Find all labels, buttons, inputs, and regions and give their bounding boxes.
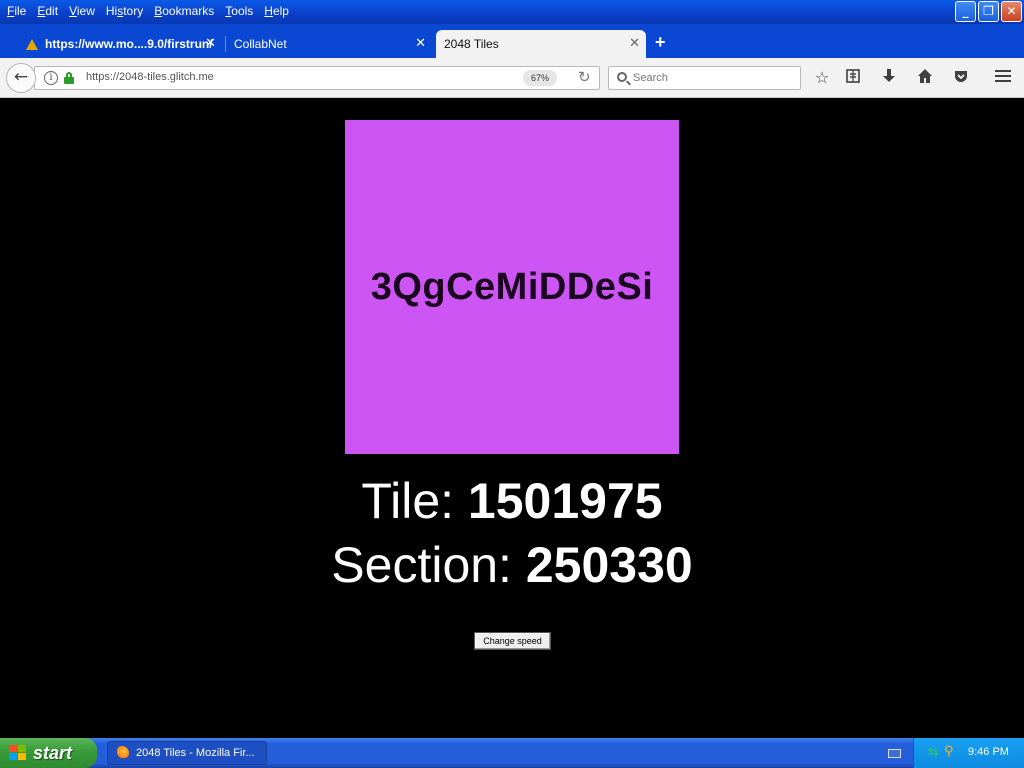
new-tab-button[interactable]: + [655, 32, 666, 53]
tile-label: Tile: [361, 473, 468, 529]
search-input[interactable]: Search [608, 66, 801, 90]
taskbar: start 2048 Tiles - Mozilla Fir... ⇆ ⚲ 9:… [0, 738, 1024, 768]
url-bar[interactable]: i https://2048-tiles.glitch.me 67% ↻ [34, 66, 600, 90]
start-button[interactable]: start [0, 738, 97, 768]
keyboard-icon[interactable] [888, 749, 901, 758]
section-label: Section: [331, 537, 526, 593]
close-tab-icon[interactable]: ✕ [415, 36, 426, 51]
search-tray-icon[interactable]: ⚲ [944, 744, 954, 759]
menu-bookmarks[interactable]: Bookmarks [151, 3, 222, 19]
back-button[interactable]: ← [6, 63, 36, 93]
close-tab-icon[interactable]: ✕ [629, 36, 640, 51]
windows-logo-icon [9, 745, 27, 761]
search-placeholder: Search [633, 72, 668, 84]
clock: 9:46 PM [968, 746, 1009, 758]
tile-counter: Tile: 1501975 [0, 472, 1024, 530]
warning-icon [26, 38, 38, 50]
start-label: start [33, 743, 73, 763]
menu-tools[interactable]: Tools [222, 3, 261, 19]
menu-view[interactable]: View [66, 3, 103, 19]
pocket-icon[interactable] [951, 68, 971, 88]
firefox-icon [115, 746, 129, 760]
menu-help[interactable]: Help [261, 3, 297, 19]
close-tab-icon[interactable]: ✕ [205, 36, 216, 51]
info-icon[interactable]: i [44, 71, 58, 85]
menu-edit[interactable]: Edit [34, 3, 66, 19]
download-icon[interactable] [879, 68, 899, 88]
tab-strip: https://www.mo....9.0/firstrun/ ✕ Collab… [0, 24, 1024, 58]
tile: 3QgCeMiDDeSi [345, 120, 679, 454]
tab-2048-tiles[interactable]: 2048 Tiles ✕ [436, 30, 646, 58]
taskbar-item-firefox[interactable]: 2048 Tiles - Mozilla Fir... [107, 741, 267, 765]
tab-label: CollabNet [234, 37, 287, 51]
network-icon[interactable]: ⇆ [928, 745, 939, 760]
menu-history[interactable]: History [103, 3, 151, 19]
change-speed-button[interactable]: Change speed [474, 632, 551, 650]
section-counter: Section: 250330 [0, 536, 1024, 594]
menu-bar: File Edit View History Bookmarks Tools H… [4, 3, 297, 19]
tab-label: https://www.mo....9.0/firstrun/ [45, 37, 213, 51]
tile-value: 1501975 [467, 473, 663, 529]
star-icon[interactable]: ☆ [812, 68, 832, 88]
menu-file[interactable]: File [4, 3, 34, 19]
zoom-level-badge[interactable]: 67% [523, 70, 557, 86]
navigation-bar: i https://2048-tiles.glitch.me 67% ↻ ← S… [0, 58, 1024, 98]
url-text[interactable]: https://2048-tiles.glitch.me [86, 71, 214, 83]
system-tray: ⇆ ⚲ 9:46 PM [913, 738, 1024, 768]
restore-button[interactable]: ❐ [978, 1, 999, 22]
tile-text: 3QgCeMiDDeSi [370, 265, 654, 308]
title-bar: File Edit View History Bookmarks Tools H… [0, 0, 1024, 24]
lock-icon[interactable] [64, 72, 74, 84]
reload-icon[interactable]: ↻ [578, 68, 591, 86]
window-controls: _ ❐ ✕ [955, 1, 1022, 22]
tab-firstrun[interactable]: https://www.mo....9.0/firstrun/ ✕ [18, 30, 222, 58]
home-icon[interactable] [915, 68, 935, 88]
taskbar-item-label: 2048 Tiles - Mozilla Fir... [136, 747, 255, 759]
search-icon [617, 72, 627, 82]
section-value: 250330 [525, 537, 693, 593]
close-window-button[interactable]: ✕ [1001, 1, 1022, 22]
menu-icon[interactable] [993, 68, 1013, 88]
tab-label: 2048 Tiles [444, 37, 499, 51]
reading-list-icon[interactable] [843, 68, 863, 88]
page-content: 3QgCeMiDDeSi Tile: 1501975 Section: 2503… [0, 99, 1024, 738]
minimize-button[interactable]: _ [955, 1, 976, 22]
tab-collabnet[interactable]: CollabNet ✕ [226, 30, 432, 58]
